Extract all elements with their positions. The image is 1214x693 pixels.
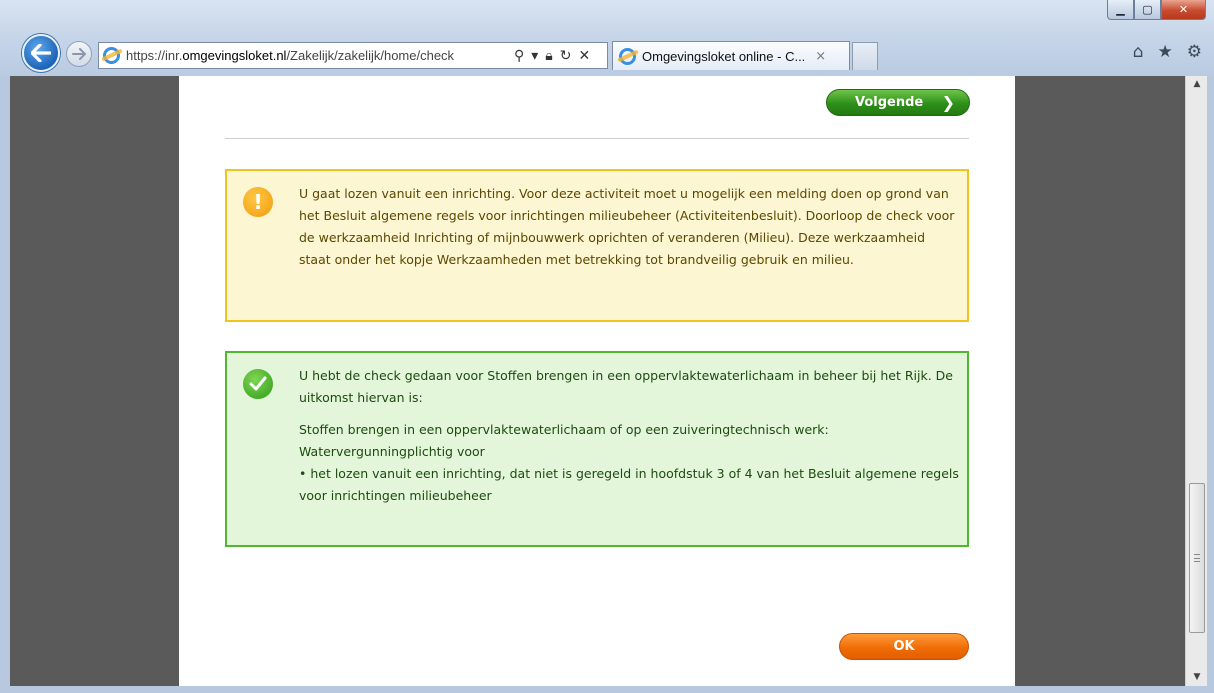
scroll-up-icon[interactable]: ▲ [1186,76,1208,93]
back-button[interactable] [22,34,60,72]
next-button[interactable]: Volgende ❯ [826,89,970,116]
scrollbar-thumb[interactable] [1189,483,1205,633]
window-frame-right [1207,76,1214,693]
url-text: https://inr.omgevingsloket.nl/Zakelijk/z… [126,48,455,63]
window-frame-left [0,76,10,693]
minimize-button[interactable]: ▁ [1107,0,1134,20]
forward-button[interactable] [66,41,92,67]
result-bullet: • het lozen vanuit een inrichting, dat n… [299,466,959,503]
settings-gear-icon[interactable]: ⚙ [1187,42,1202,62]
result-text: U hebt de check gedaan voor Stoffen bren… [299,365,959,507]
exclamation-icon: ! [243,187,273,217]
checkmark-icon [243,369,273,399]
result-intro: U hebt de check gedaan voor Stoffen bren… [299,368,953,405]
window-frame-bottom [0,686,1214,693]
warning-text: U gaat lozen vanuit een inrichting. Voor… [299,186,955,267]
stop-icon[interactable]: ✕ [578,48,590,64]
arrow-left-icon [31,44,51,62]
divider [225,138,969,139]
ie-logo-icon [619,47,636,65]
browser-chrome: ▁ ▢ ✕ https://inr.omgevingsloket.nl/Zake… [0,0,1214,76]
new-tab-button[interactable] [852,42,878,70]
grip-icon [1194,554,1200,562]
address-bar[interactable]: https://inr.omgevingsloket.nl/Zakelijk/z… [98,42,608,69]
result-message: U hebt de check gedaan voor Stoffen bren… [225,351,969,547]
next-button-label: Volgende [855,95,924,110]
arrow-right-icon [72,48,86,60]
tab-close-icon[interactable]: × [815,49,826,64]
toolbar-icons: ⌂ ★ ⚙ [1133,42,1202,62]
page-overlay: Volgende ❯ ! U gaat lozen vanuit een inr… [10,76,1185,686]
check-result-dialog: Volgende ❯ ! U gaat lozen vanuit een inr… [179,76,1015,686]
window-controls: ▁ ▢ ✕ [1107,0,1206,20]
maximize-button[interactable]: ▢ [1134,0,1161,20]
refresh-icon[interactable]: ↻ [560,48,572,64]
warning-message: ! U gaat lozen vanuit een inrichting. Vo… [225,169,969,322]
lock-icon[interactable]: 🔒︎ [545,48,552,64]
result-line2: Watervergunningplichtig voor [299,444,485,459]
scroll-down-icon[interactable]: ▼ [1186,669,1208,686]
home-icon[interactable]: ⌂ [1133,42,1144,62]
ok-button[interactable]: OK [839,633,969,660]
vertical-scrollbar[interactable]: ▲ ▼ [1185,76,1207,686]
result-line1: Stoffen brengen in een oppervlaktewaterl… [299,422,829,437]
chevron-right-icon: ❯ [941,93,955,112]
address-bar-icons: ⚲ ▾ 🔒︎ ↻ ✕ [514,48,590,64]
dropdown-icon[interactable]: ▾ [531,48,538,64]
ie-logo-icon [103,47,120,64]
close-window-button[interactable]: ✕ [1161,0,1206,20]
tab-omgevingsloket[interactable]: Omgevingsloket online - C... × [612,41,850,70]
favorites-star-icon[interactable]: ★ [1158,42,1173,62]
search-icon[interactable]: ⚲ [514,48,524,64]
tab-title: Omgevingsloket online - C... [642,48,806,64]
